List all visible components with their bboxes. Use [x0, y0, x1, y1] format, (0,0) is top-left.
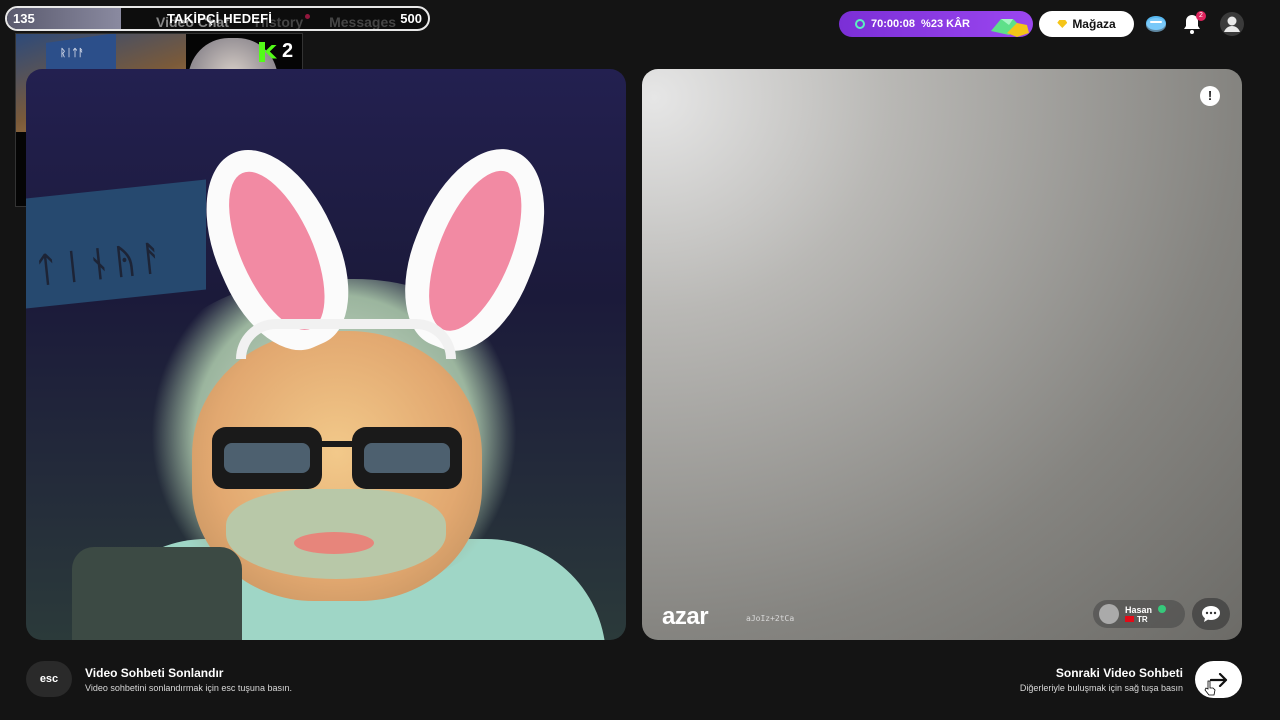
partner-profile-chip[interactable]: Hasan TR	[1093, 600, 1185, 628]
next-chat-title: Sonraki Video Sohbeti	[1055, 666, 1183, 680]
report-alert-icon[interactable]: !	[1200, 86, 1220, 106]
follower-goal-title: TAKİPÇİ HEDEFİ	[167, 11, 273, 26]
webcam-flag-text: ᚱᛁᛏᚨ	[60, 48, 84, 59]
microphone	[72, 547, 242, 640]
remote-video-panel	[642, 69, 1242, 640]
open-chat-button[interactable]	[1192, 598, 1230, 630]
next-chat-description: Diğerleriyle buluşmak için sağ tuşa bası…	[1019, 683, 1183, 693]
follower-goal-bar: 135 TAKİPÇİ HEDEFİ 500	[5, 6, 430, 31]
person-lips	[294, 532, 374, 554]
clock-icon	[855, 19, 865, 29]
session-code: aJoIz+2tCa	[746, 614, 795, 623]
app-root: Video Chat History Messages 135 TAKİPÇİ …	[0, 0, 1280, 720]
promo-timer: 70:00:08	[871, 18, 916, 30]
gem-icon	[1057, 20, 1068, 28]
turkey-flag-icon	[1125, 616, 1134, 622]
partner-name: Hasan	[1125, 604, 1153, 615]
profile-avatar-icon[interactable]	[1220, 12, 1244, 36]
promo-discount: %23 KÂR	[921, 18, 970, 30]
end-chat-title: Video Sohbeti Sonlandır	[85, 666, 224, 680]
partner-avatar	[1099, 604, 1119, 624]
follower-goal-current: 135	[13, 11, 35, 26]
bunny-headband	[236, 319, 456, 359]
partner-info: Hasan TR	[1125, 604, 1166, 624]
follower-goal-target: 500	[400, 11, 422, 26]
hand-cursor-icon	[1204, 680, 1216, 696]
end-chat-button[interactable]: esc	[26, 661, 72, 697]
partner-country: TR	[1137, 614, 1148, 624]
gems-pile-icon	[991, 19, 1029, 37]
promo-timer-pill[interactable]: 70:00:08 %23 KÂR	[839, 11, 1033, 37]
chat-bubbles-icon[interactable]	[1144, 12, 1168, 36]
azar-logo: azar	[662, 603, 709, 630]
store-button-label: Mağaza	[1072, 17, 1116, 31]
chat-bubble-icon	[1202, 606, 1220, 622]
kick-viewer-count: 2	[282, 40, 294, 62]
partner-country-row: TR	[1125, 615, 1166, 624]
verified-shield-icon	[1157, 604, 1166, 613]
kick-logo-icon	[259, 41, 277, 62]
next-chat-button[interactable]	[1195, 661, 1242, 698]
notification-count-badge: 2	[1196, 11, 1206, 21]
local-video-panel: ᛏᛁᚾᚤᚨ	[26, 69, 626, 640]
kick-viewer-counter: 2	[259, 40, 293, 63]
sunglasses	[212, 427, 462, 489]
store-button[interactable]: Mağaza	[1039, 11, 1134, 37]
end-chat-description: Video sohbetini sonlandırmak için esc tu…	[85, 683, 292, 693]
partner-name-row: Hasan	[1125, 604, 1166, 615]
